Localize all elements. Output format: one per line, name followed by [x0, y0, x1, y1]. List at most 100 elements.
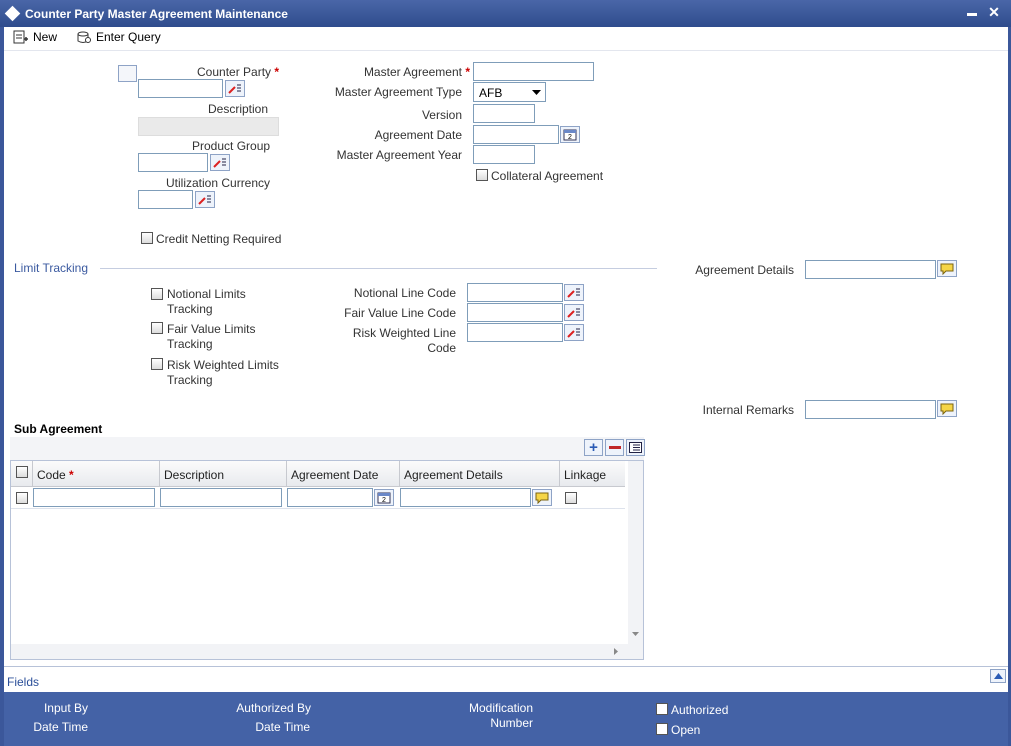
risk-weighted-line-code-label: Risk Weighted Line Code — [352, 326, 456, 355]
sub-agreement-grid: Code * Description Agreement Date Agreem… — [10, 460, 644, 660]
row-description-input[interactable] — [160, 488, 282, 507]
limit-tracking-title: Limit Tracking — [14, 261, 89, 275]
master-agreement-type-value: AFB — [479, 86, 503, 100]
row-comment-icon[interactable] — [532, 489, 552, 506]
row-checkbox[interactable] — [16, 492, 28, 504]
collateral-agreement-label: Collateral Agreement — [491, 169, 604, 183]
agreement-details-input[interactable] — [805, 260, 936, 279]
open-checkbox — [656, 723, 668, 735]
credit-netting-checkbox[interactable] — [141, 232, 153, 244]
table-row: 2 — [11, 487, 625, 509]
horizontal-scrollbar[interactable] — [11, 644, 643, 659]
input-by-label: Input By — [43, 701, 88, 715]
close-icon[interactable]: ✕ — [986, 4, 1002, 21]
row-code-input[interactable] — [33, 488, 155, 507]
master-agreement-year-input[interactable] — [473, 145, 535, 164]
version-input[interactable] — [473, 104, 535, 123]
utilization-currency-input[interactable] — [138, 190, 193, 209]
master-agreement-type-label: Master Agreement Type — [334, 85, 462, 99]
scroll-down-icon[interactable] — [632, 632, 639, 637]
date-time-label-1: Date Time — [33, 720, 88, 734]
counter-party-input[interactable] — [138, 79, 223, 98]
app-diamond-icon — [4, 5, 21, 22]
agreement-details-label: Agreement Details — [695, 263, 794, 277]
title-bar: Counter Party Master Agreement Maintenan… — [0, 0, 1011, 27]
column-header-description[interactable]: Description — [160, 461, 287, 487]
row-agreement-date-input[interactable] — [287, 488, 373, 507]
grid-header: Code * Description Agreement Date Agreem… — [11, 461, 625, 487]
window-frame-left — [0, 27, 4, 746]
description-label: Description — [208, 102, 269, 116]
collapse-fields-button[interactable] — [990, 669, 1006, 683]
sub-agreement-title: Sub Agreement — [14, 422, 103, 436]
notional-line-code-input[interactable] — [467, 283, 563, 302]
authorized-checkbox — [656, 703, 668, 715]
agreement-details-comment-icon[interactable] — [937, 260, 957, 277]
utilization-currency-lov-icon[interactable] — [195, 191, 215, 208]
column-header-linkage[interactable]: Linkage — [560, 461, 625, 487]
row-calendar-icon[interactable]: 2 — [374, 489, 394, 506]
fair-value-line-code-input[interactable] — [467, 303, 563, 322]
svg-text:2: 2 — [568, 134, 572, 141]
calendar-icon[interactable]: 2 — [560, 126, 580, 143]
fields-bar: Fields — [4, 666, 1008, 692]
product-group-input[interactable] — [138, 153, 208, 172]
number-label: Number — [490, 716, 533, 730]
fair-value-tracking-checkbox[interactable] — [151, 322, 163, 334]
svg-text:2: 2 — [382, 497, 386, 504]
column-header-code[interactable]: Code * — [33, 461, 160, 487]
column-header-agreement-date[interactable]: Agreement Date — [287, 461, 400, 487]
version-label: Version — [421, 108, 462, 122]
minimize-icon[interactable]: ▬ — [964, 8, 980, 19]
agreement-date-input[interactable] — [473, 125, 559, 144]
fair-value-line-code-lov-icon[interactable] — [564, 304, 584, 321]
risk-weighted-line-code-lov-icon[interactable] — [564, 324, 584, 341]
row-agreement-details-input[interactable] — [400, 488, 531, 507]
section-divider — [100, 268, 657, 269]
notional-tracking-checkbox[interactable] — [151, 288, 163, 300]
date-time-label-2: Date Time — [255, 720, 310, 734]
master-agreement-input[interactable] — [473, 62, 594, 81]
grid-toolbar — [10, 437, 644, 460]
add-row-icon[interactable]: + — [584, 439, 603, 456]
fields-link[interactable]: Fields — [7, 675, 39, 689]
chevron-down-icon — [532, 90, 541, 95]
scroll-right-icon[interactable] — [614, 648, 619, 655]
master-agreement-year-label: Master Agreement Year — [336, 148, 462, 162]
master-agreement-type-select[interactable]: AFB — [473, 82, 546, 102]
fair-value-line-code-label: Fair Value Line Code — [344, 306, 456, 320]
notional-line-code-lov-icon[interactable] — [564, 284, 584, 301]
enter-query-button[interactable]: Enter Query — [76, 30, 161, 44]
open-label: Open — [671, 723, 701, 737]
authorized-label: Authorized — [671, 703, 729, 717]
new-label: New — [33, 30, 58, 44]
toolbar: New Enter Query — [4, 27, 1008, 51]
new-icon — [13, 30, 28, 44]
row-linkage-checkbox[interactable] — [565, 492, 577, 504]
internal-remarks-comment-icon[interactable] — [937, 400, 957, 417]
delete-row-icon[interactable] — [605, 439, 624, 456]
vertical-scrollbar[interactable] — [628, 461, 643, 644]
product-group-lov-icon[interactable] — [210, 154, 230, 171]
single-view-icon[interactable] — [626, 439, 645, 456]
column-header-agreement-details[interactable]: Agreement Details — [400, 461, 560, 487]
credit-netting-label: Credit Netting Required — [156, 232, 282, 246]
description-field — [138, 117, 279, 136]
modification-label: Modification — [468, 701, 533, 715]
counter-party-lov-icon[interactable] — [225, 80, 245, 97]
expand-details-button[interactable] — [118, 65, 137, 82]
fair-value-tracking-label: Fair Value Limits Tracking — [167, 322, 256, 351]
select-all-checkbox[interactable] — [16, 466, 28, 478]
window-title: Counter Party Master Agreement Maintenan… — [25, 7, 288, 21]
master-agreement-label: Master Agreement * — [363, 65, 470, 79]
new-button[interactable]: New — [13, 30, 57, 44]
product-group-label: Product Group — [192, 139, 271, 153]
risk-weighted-tracking-label: Risk Weighted Limits Tracking — [167, 358, 279, 387]
risk-weighted-tracking-checkbox[interactable] — [151, 358, 163, 370]
query-icon — [77, 31, 91, 43]
risk-weighted-line-code-input[interactable] — [467, 323, 563, 342]
enter-query-label: Enter Query — [96, 30, 161, 44]
collateral-agreement-checkbox[interactable] — [476, 169, 488, 181]
utilization-currency-label: Utilization Currency — [166, 176, 271, 190]
internal-remarks-input[interactable] — [805, 400, 936, 419]
